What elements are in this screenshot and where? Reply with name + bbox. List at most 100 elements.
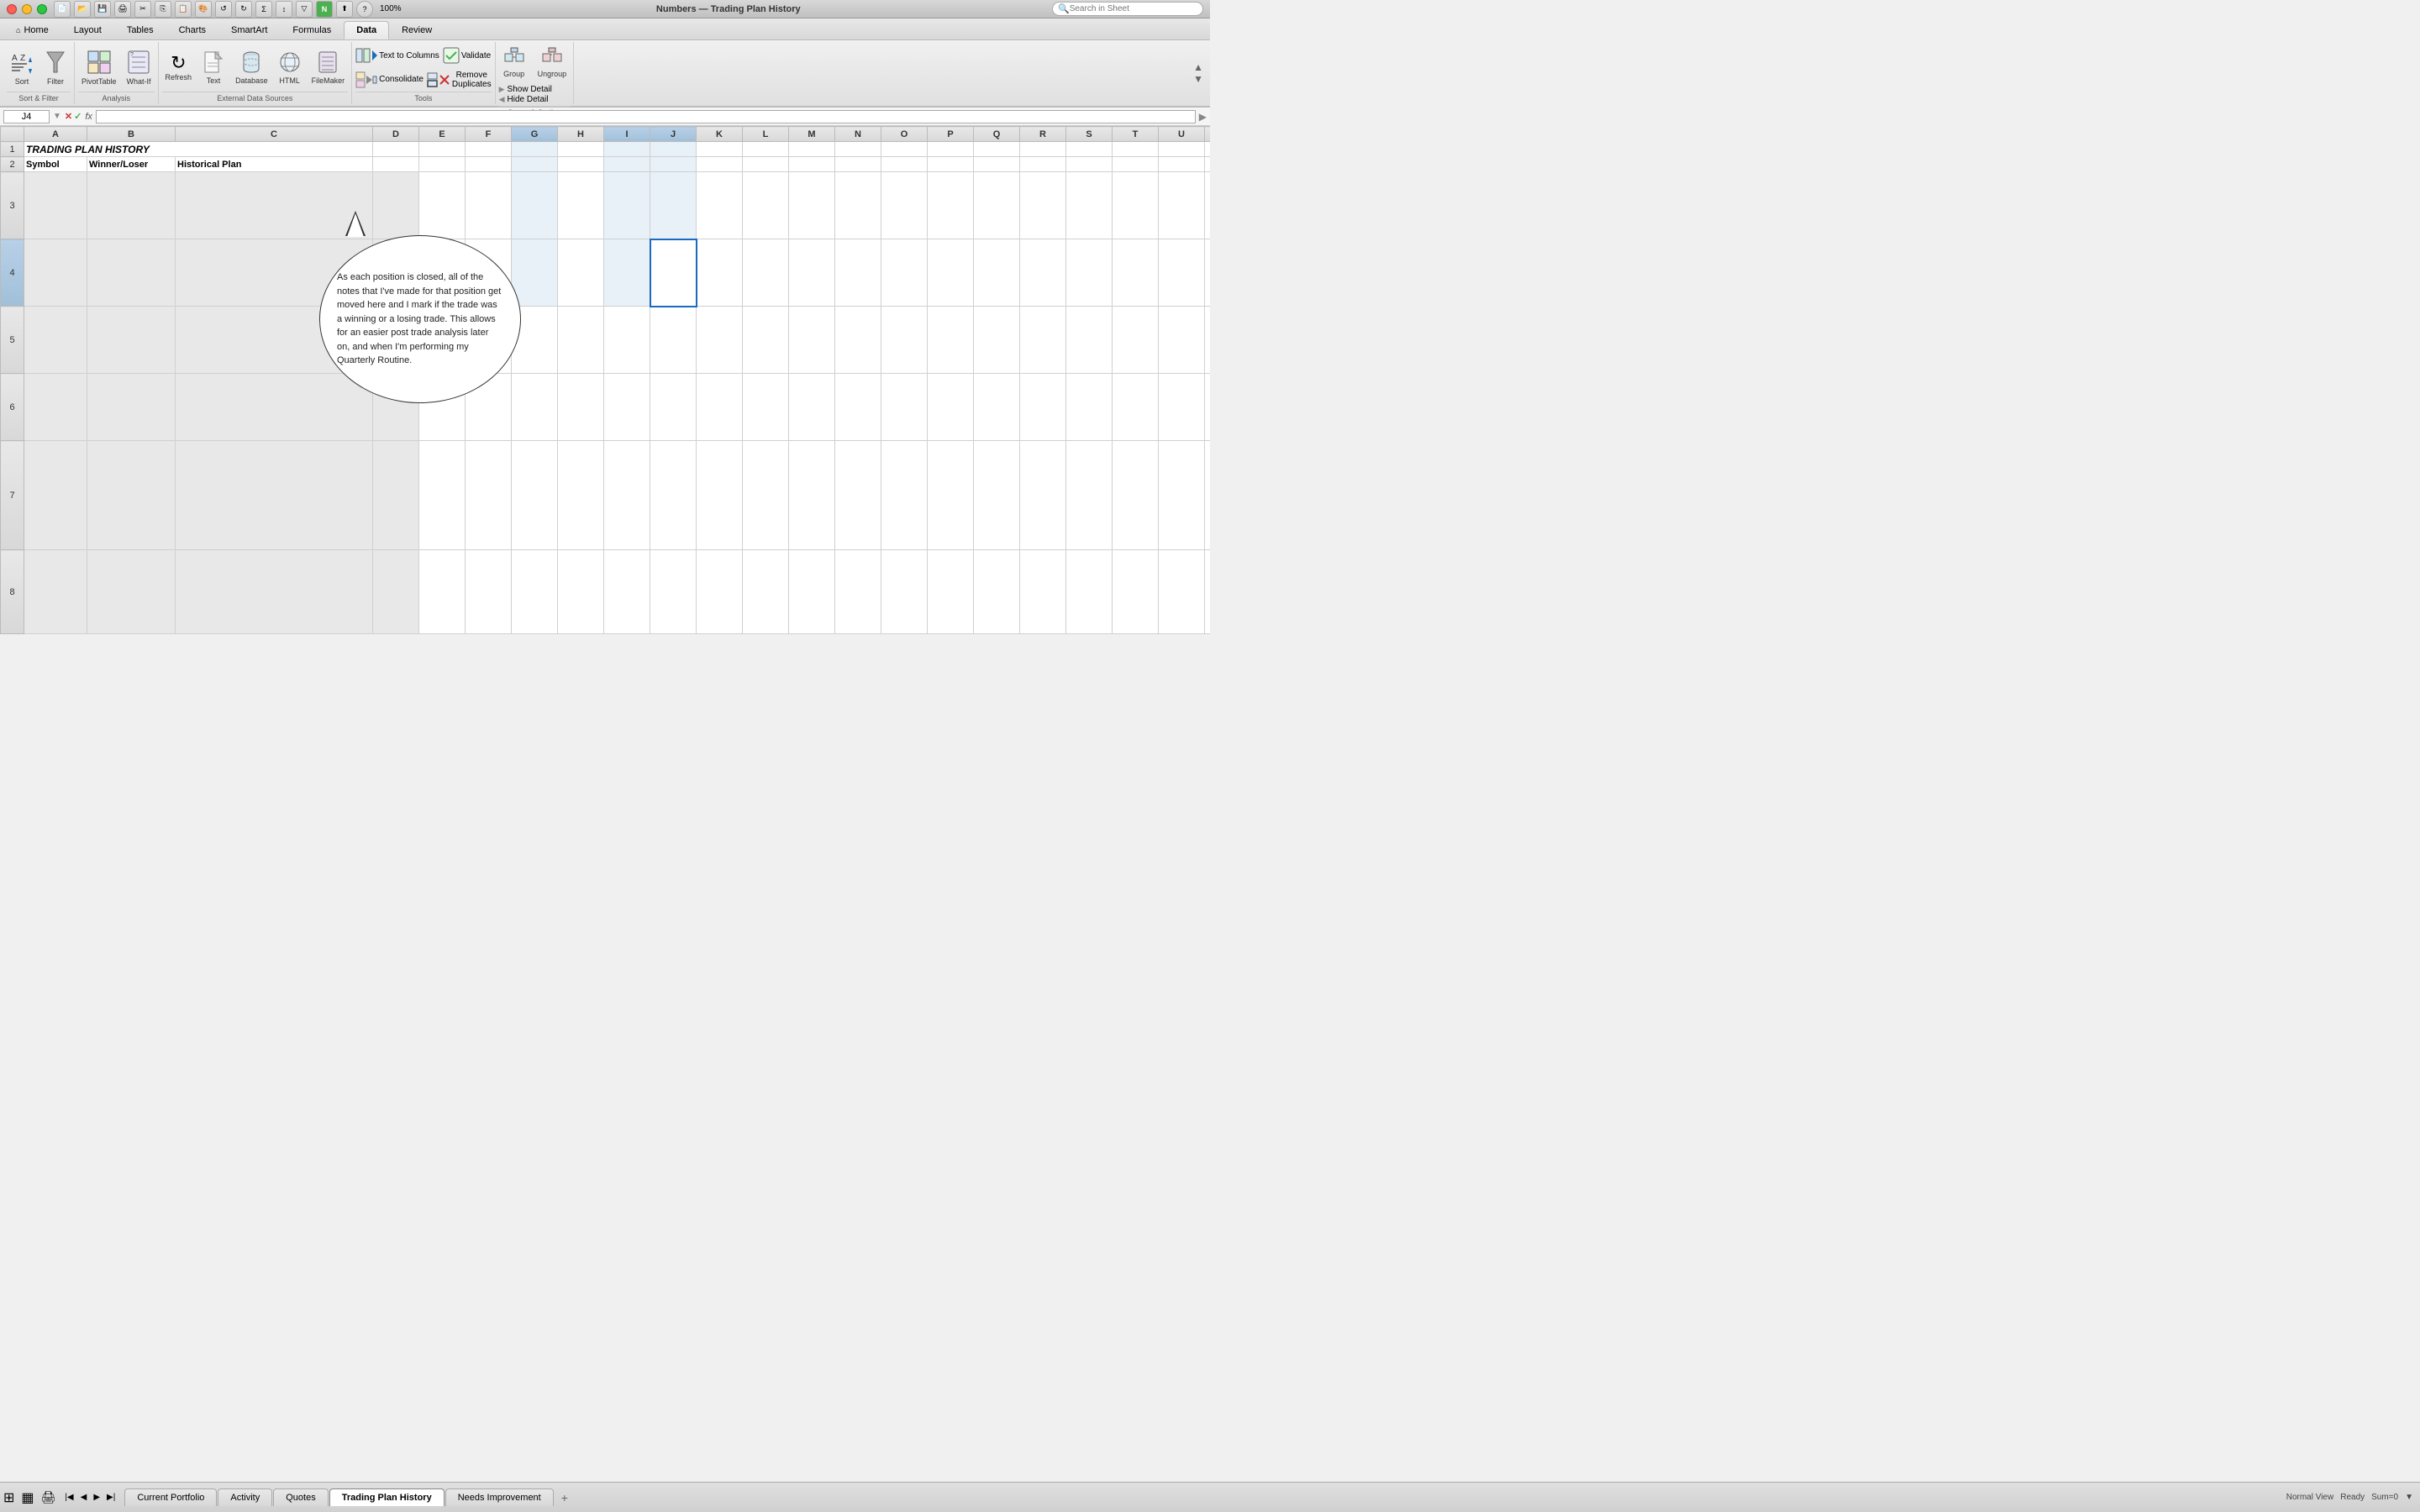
cell-M1[interactable] (789, 142, 835, 157)
cell-S2[interactable] (1066, 157, 1113, 172)
cell-F3[interactable] (466, 172, 512, 239)
col-header-E[interactable]: E (419, 127, 466, 142)
cell-I4[interactable] (604, 239, 650, 307)
cancel-formula-icon[interactable]: ✕ (65, 111, 72, 122)
normal-view-icon[interactable]: ▦ (21, 1489, 34, 1506)
cell-S4[interactable] (1066, 239, 1113, 307)
cell-D3[interactable] (373, 172, 419, 239)
maximize-button[interactable] (37, 4, 47, 14)
open-icon[interactable]: 📂 (74, 1, 91, 18)
redo-icon[interactable]: ↻ (235, 1, 252, 18)
nav-first-icon[interactable]: |◀ (62, 1492, 76, 1503)
cell-G7[interactable] (512, 441, 558, 550)
cell-V5[interactable] (1205, 307, 1211, 374)
save-icon[interactable]: 💾 (94, 1, 111, 18)
row-header-5[interactable]: 5 (1, 307, 24, 374)
cell-M2[interactable] (789, 157, 835, 172)
cell-L7[interactable] (743, 441, 789, 550)
cell-N5[interactable] (835, 307, 881, 374)
cell-M7[interactable] (789, 441, 835, 550)
pivottable-button[interactable]: PivotTable (78, 49, 120, 87)
cell-Q6[interactable] (974, 374, 1020, 441)
cell-J6[interactable] (650, 374, 697, 441)
numbers-icon[interactable]: N (316, 1, 333, 18)
cell-O1[interactable] (881, 142, 928, 157)
cell-K7[interactable] (697, 441, 743, 550)
nav-prev-icon[interactable]: ◀ (78, 1492, 90, 1503)
filter-button[interactable]: Filter (40, 49, 71, 87)
cell-L4[interactable] (743, 239, 789, 307)
sort-button[interactable]: A Z Sort (7, 49, 37, 87)
sheet-tab-needs-improvement[interactable]: Needs Improvement (445, 1488, 554, 1506)
cell-S3[interactable] (1066, 172, 1113, 239)
tab-data[interactable]: Data (344, 21, 389, 39)
tab-home[interactable]: ⌂ Home (3, 21, 61, 39)
cell-G6[interactable] (512, 374, 558, 441)
col-header-R[interactable]: R (1020, 127, 1066, 142)
col-header-N[interactable]: N (835, 127, 881, 142)
help-icon[interactable]: ? (356, 1, 373, 18)
cell-L2[interactable] (743, 157, 789, 172)
cell-A2[interactable]: Symbol (24, 157, 87, 172)
col-header-I[interactable]: I (604, 127, 650, 142)
cell-O5[interactable] (881, 307, 928, 374)
tab-charts[interactable]: Charts (166, 21, 218, 39)
cell-B5[interactable] (87, 307, 176, 374)
grid-view-icon[interactable]: ⊞ (3, 1489, 14, 1506)
cell-reference[interactable] (3, 110, 50, 123)
cell-B2[interactable]: Winner/Loser (87, 157, 176, 172)
cell-I8[interactable] (604, 550, 650, 634)
col-header-K[interactable]: K (697, 127, 743, 142)
cell-U2[interactable] (1159, 157, 1205, 172)
cell-G1[interactable] (512, 142, 558, 157)
cell-S7[interactable] (1066, 441, 1113, 550)
cell-P7[interactable] (928, 441, 974, 550)
cell-O6[interactable] (881, 374, 928, 441)
cell-B3[interactable] (87, 172, 176, 239)
cell-S8[interactable] (1066, 550, 1113, 634)
cell-V8[interactable] (1205, 550, 1211, 634)
cell-N4[interactable] (835, 239, 881, 307)
cell-T4[interactable] (1113, 239, 1159, 307)
cut-icon[interactable]: ✂ (134, 1, 151, 18)
cell-O3[interactable] (881, 172, 928, 239)
formula-input[interactable] (96, 110, 1196, 123)
tab-tables[interactable]: Tables (114, 21, 166, 39)
cell-Q5[interactable] (974, 307, 1020, 374)
cell-C8[interactable] (176, 550, 373, 634)
cell-C3[interactable] (176, 172, 373, 239)
close-button[interactable] (7, 4, 17, 14)
sheet-tab-trading-plan-history[interactable]: Trading Plan History (329, 1488, 445, 1506)
cell-F2[interactable] (466, 157, 512, 172)
cell-H3[interactable] (558, 172, 604, 239)
cell-E8[interactable] (419, 550, 466, 634)
nav-next-icon[interactable]: ▶ (91, 1492, 103, 1503)
cell-K2[interactable] (697, 157, 743, 172)
col-header-J[interactable]: J (650, 127, 697, 142)
cell-O2[interactable] (881, 157, 928, 172)
cell-C7[interactable] (176, 441, 373, 550)
cell-J4[interactable] (650, 239, 697, 307)
consolidate-button[interactable]: Consolidate (355, 71, 424, 88)
tab-smartart[interactable]: SmartArt (218, 21, 280, 39)
cell-O7[interactable] (881, 441, 928, 550)
col-header-Q[interactable]: Q (974, 127, 1020, 142)
cell-S6[interactable] (1066, 374, 1113, 441)
cell-J1[interactable] (650, 142, 697, 157)
cell-U3[interactable] (1159, 172, 1205, 239)
accept-formula-icon[interactable]: ✓ (74, 111, 82, 122)
cell-V4[interactable] (1205, 239, 1211, 307)
sheet-tab-activity[interactable]: Activity (218, 1488, 272, 1506)
cell-O8[interactable] (881, 550, 928, 634)
row-header-1[interactable]: 1 (1, 142, 24, 157)
cell-B4[interactable] (87, 239, 176, 307)
cell-K1[interactable] (697, 142, 743, 157)
cell-Q8[interactable] (974, 550, 1020, 634)
cell-V3[interactable] (1205, 172, 1211, 239)
cell-I5[interactable] (604, 307, 650, 374)
row-header-7[interactable]: 7 (1, 441, 24, 550)
col-header-B[interactable]: B (87, 127, 176, 142)
tab-formulas[interactable]: Formulas (280, 21, 344, 39)
cell-J7[interactable] (650, 441, 697, 550)
cell-B7[interactable] (87, 441, 176, 550)
